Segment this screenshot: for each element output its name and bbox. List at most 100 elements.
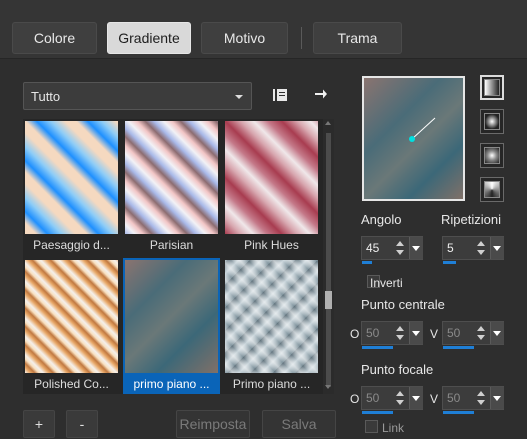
center-v-stepper[interactable] [475,323,487,343]
chevron-down-icon [412,396,420,401]
tab-gradient[interactable]: Gradiente [107,22,191,54]
chevron-down-icon [493,396,501,401]
export-button[interactable] [309,83,333,105]
gradient-item[interactable]: Pink Hues [223,119,320,255]
linear-gradient-icon [484,79,500,96]
repeats-label: Ripetizioni [441,212,501,227]
reset-button[interactable]: Reimposta [176,410,250,438]
save-button[interactable]: Salva [262,410,336,438]
focal-v-dropdown[interactable] [490,387,504,409]
center-h-label: O [350,327,360,341]
focal-v-slider[interactable] [443,411,474,414]
repeats-stepper[interactable] [475,238,487,258]
angle-label: Angolo [361,212,402,227]
add-button[interactable]: + [23,410,55,438]
center-h-slider[interactable] [362,346,393,349]
tab-pattern[interactable]: Motivo [201,22,288,54]
gradient-item[interactable]: Polished Co... [23,258,120,394]
rectangular-gradient-icon [484,113,500,130]
angle-dropdown[interactable] [409,237,423,259]
gradient-preview[interactable] [362,76,465,201]
gradient-item[interactable]: Paesaggio d... [23,119,120,255]
focal-h-slider[interactable] [362,411,393,414]
center-h-value: 50 [366,326,380,340]
gradient-thumb [124,259,219,374]
gradient-label: primo piano ... [133,377,210,391]
center-h-dropdown[interactable] [409,322,423,344]
stepper-up-icon[interactable] [396,391,404,396]
center-h-stepper[interactable] [394,323,406,343]
gradient-label: Parisian [149,238,194,252]
tab-bar: Colore Gradiente Motivo Trama [0,0,527,59]
gradient-thumb [225,260,318,373]
scroll-thumb[interactable] [325,291,332,309]
stepper-down-icon[interactable] [396,335,404,340]
gradient-item[interactable]: Parisian [123,119,220,255]
repeats-slider[interactable] [443,261,456,264]
angle-field[interactable]: 45 [361,236,423,260]
gradient-label: Pink Hues [244,238,299,252]
scroll-up-icon[interactable] [325,121,331,125]
gradient-grid: Paesaggio d... Parisian Pink Hues Polish… [23,119,323,394]
stepper-up-icon[interactable] [396,326,404,331]
chevron-down-icon [235,95,243,99]
scroll-down-icon[interactable] [325,385,331,389]
stepper-up-icon[interactable] [396,241,404,246]
gradient-thumb [225,121,318,234]
focal-v-field[interactable]: 50 [442,386,504,410]
gradient-label: Primo piano ... [232,377,311,391]
focal-v-stepper[interactable] [475,388,487,408]
chevron-down-icon [493,246,501,251]
repeats-field[interactable]: 5 [442,236,504,260]
gradient-thumb [25,121,118,234]
linear-shape-button[interactable] [480,75,504,100]
center-v-dropdown[interactable] [490,322,504,344]
stepper-up-icon[interactable] [477,391,485,396]
scroll-track[interactable] [326,133,331,387]
focal-v-value: 50 [447,391,461,405]
center-v-value: 50 [447,326,461,340]
focal-h-dropdown[interactable] [409,387,423,409]
chevron-down-icon [412,331,420,336]
center-v-field[interactable]: 50 [442,321,504,345]
angle-stepper[interactable] [394,238,406,258]
focal-h-stepper[interactable] [394,388,406,408]
gradient-item[interactable]: Primo piano ... [223,258,320,394]
center-h-field[interactable]: 50 [361,321,423,345]
category-select-value: Tutto [31,88,61,104]
center-v-slider[interactable] [443,346,474,349]
sunburst-shape-button[interactable] [480,177,504,202]
gradient-item-selected[interactable]: primo piano ... [123,258,220,394]
stepper-up-icon[interactable] [477,326,485,331]
stepper-down-icon[interactable] [396,250,404,255]
stepper-down-icon[interactable] [477,250,485,255]
grid-scrollbar[interactable] [323,119,334,394]
stepper-down-icon[interactable] [396,400,404,405]
repeats-dropdown[interactable] [490,237,504,259]
library-book-icon [273,89,287,101]
stepper-down-icon[interactable] [477,400,485,405]
stepper-up-icon[interactable] [477,241,485,246]
invert-label: Inverti [370,276,403,290]
stepper-down-icon[interactable] [477,335,485,340]
center-point-label: Punto centrale [361,297,445,312]
radial-shape-button[interactable] [480,143,504,168]
angle-slider[interactable] [362,261,372,264]
link-label: Link [382,421,405,435]
chevron-down-icon [493,331,501,336]
gradient-label: Paesaggio d... [33,238,110,252]
remove-button[interactable]: - [66,410,98,438]
tab-texture[interactable]: Trama [313,22,402,54]
tab-color[interactable]: Colore [12,22,97,54]
focal-h-field[interactable]: 50 [361,386,423,410]
center-v-label: V [430,327,439,341]
gradient-thumb [125,121,218,234]
library-button[interactable] [268,84,292,106]
link-checkbox[interactable] [365,420,378,433]
category-select[interactable]: Tutto [23,82,252,110]
rectangular-shape-button[interactable] [480,109,504,134]
gradient-label: Polished Co... [34,377,109,391]
angle-handle[interactable] [364,78,463,199]
focal-v-label: V [430,392,439,406]
tab-separator [301,27,302,49]
